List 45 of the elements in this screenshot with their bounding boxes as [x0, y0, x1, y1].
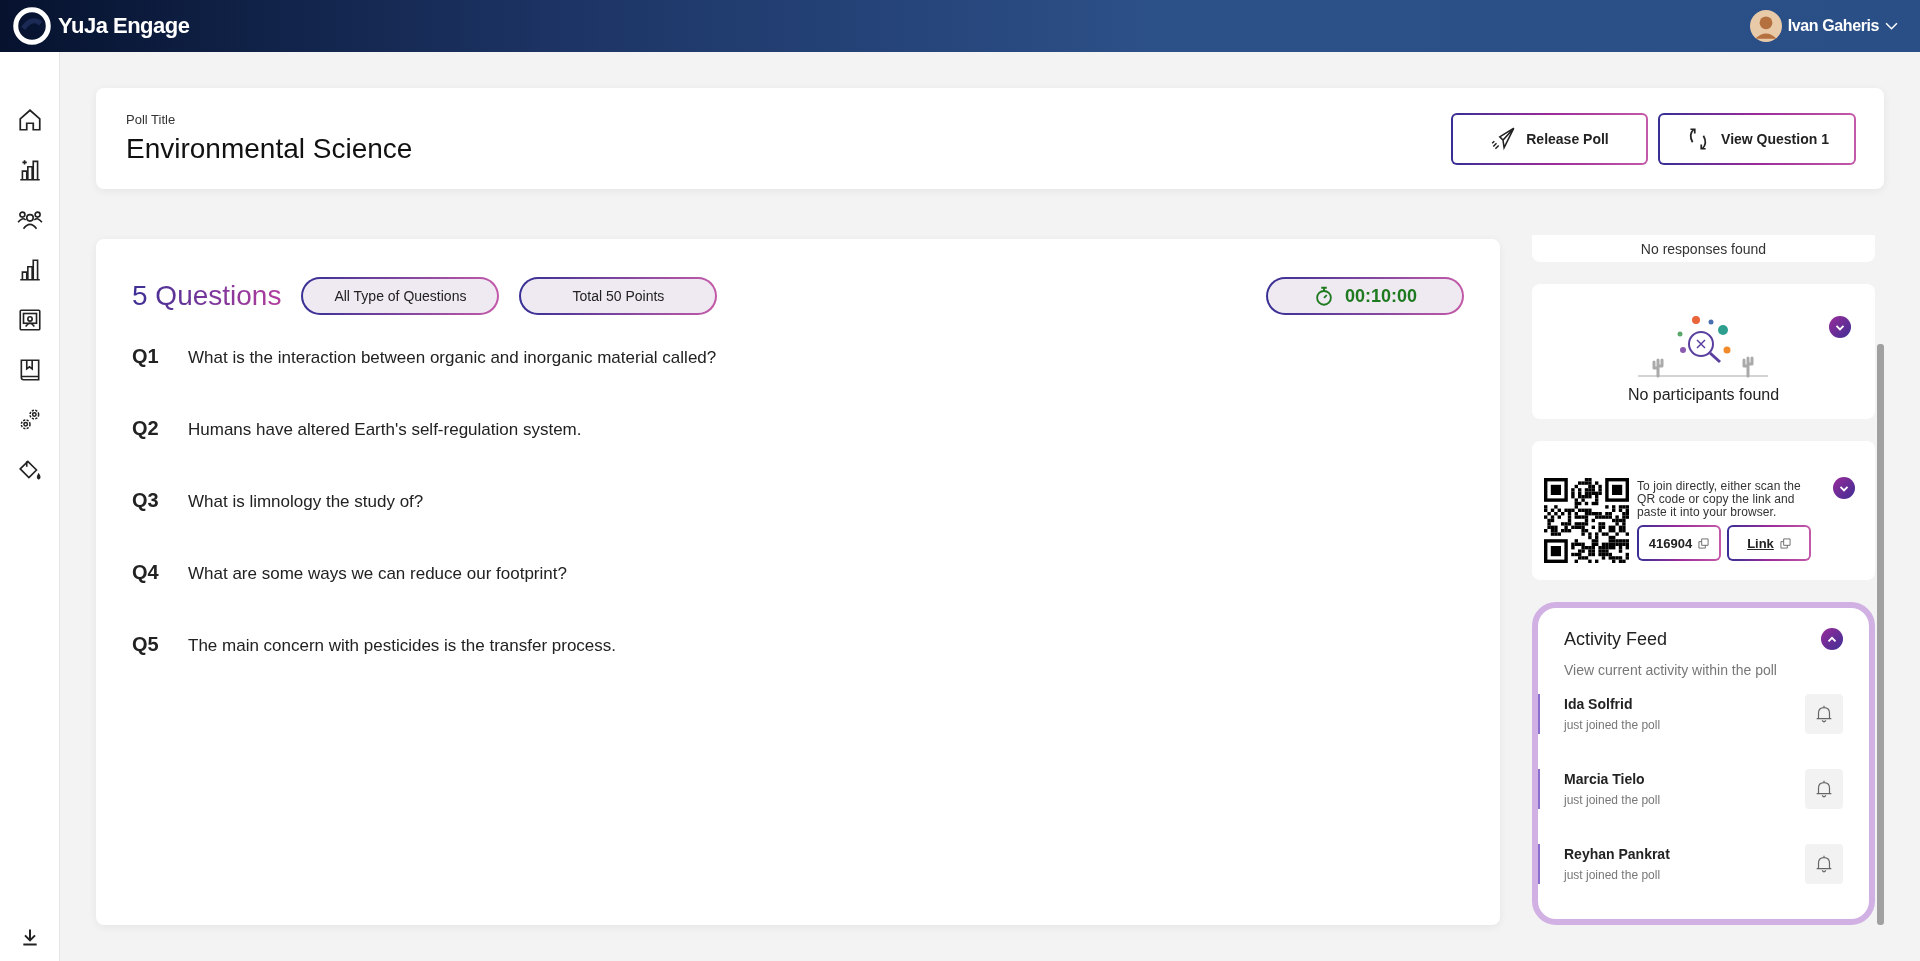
question-number: Q1 [132, 345, 160, 368]
activity-feed-subtitle: View current activity within the poll [1564, 662, 1778, 678]
user-menu[interactable]: Ivan Gaheris [1749, 10, 1908, 42]
notification-button[interactable] [1805, 694, 1843, 734]
activity-text: just joined the poll [1564, 793, 1661, 807]
participant-name: Ida Solfrid [1564, 696, 1634, 712]
join-link-button[interactable]: Link [1727, 525, 1811, 562]
copy-icon [1698, 537, 1710, 549]
release-poll-button[interactable]: Release Poll [1451, 112, 1648, 165]
question-text: Humans have altered Earth's self-regulation system. [188, 420, 582, 440]
scrollbar[interactable] [1877, 344, 1884, 925]
question-text: The main concern with pesticides is the transfer process. [188, 636, 617, 656]
question-text: What are some ways we can reduce our footprint? [188, 564, 567, 584]
copy-icon [1779, 537, 1791, 549]
activity-text: just joined the poll [1564, 868, 1662, 882]
activity-feed-title: Activity Feed [1564, 628, 1668, 650]
timer: 00:10:00 [1266, 277, 1464, 315]
logo-icon [12, 6, 52, 46]
question-text: What is the interaction between organic and inorganic material called? [188, 348, 717, 368]
empty-message: No participants found [1627, 385, 1780, 404]
question-number: Q5 [132, 633, 160, 656]
poll-title-label: Poll Title [126, 112, 177, 127]
notification-button[interactable] [1805, 769, 1843, 809]
question-number: Q4 [132, 561, 160, 584]
avatar-icon [1749, 10, 1782, 42]
notification-button[interactable] [1805, 844, 1843, 884]
activity-text: just joined the poll [1564, 718, 1661, 732]
empty-message: No responses found [1640, 240, 1767, 257]
question-text: What is limnology the study of? [188, 492, 424, 512]
poll-title: Environmental Science [126, 133, 413, 165]
view-question-button[interactable]: View Question 1 [1658, 112, 1856, 165]
caret-icon [1885, 21, 1898, 31]
question-number: Q2 [132, 417, 160, 440]
participant-name: Reyhan Pankrat [1564, 846, 1670, 862]
paper-plane-icon [1490, 125, 1517, 152]
expand-toggle[interactable] [1833, 477, 1855, 500]
question-number: Q3 [132, 489, 160, 512]
participant-name: Marcia Tielo [1564, 771, 1646, 787]
app-name: YuJa Engage [58, 13, 190, 39]
join-code-button[interactable]: 416904 [1637, 525, 1721, 562]
expand-toggle[interactable] [1829, 316, 1851, 339]
join-instructions: To join directly, either scan the QR code or copy the link and paste it into your browser. [1637, 480, 1802, 520]
presentation-icon[interactable] [16, 307, 43, 333]
home-icon[interactable] [16, 107, 43, 133]
collapse-toggle[interactable] [1821, 628, 1843, 650]
